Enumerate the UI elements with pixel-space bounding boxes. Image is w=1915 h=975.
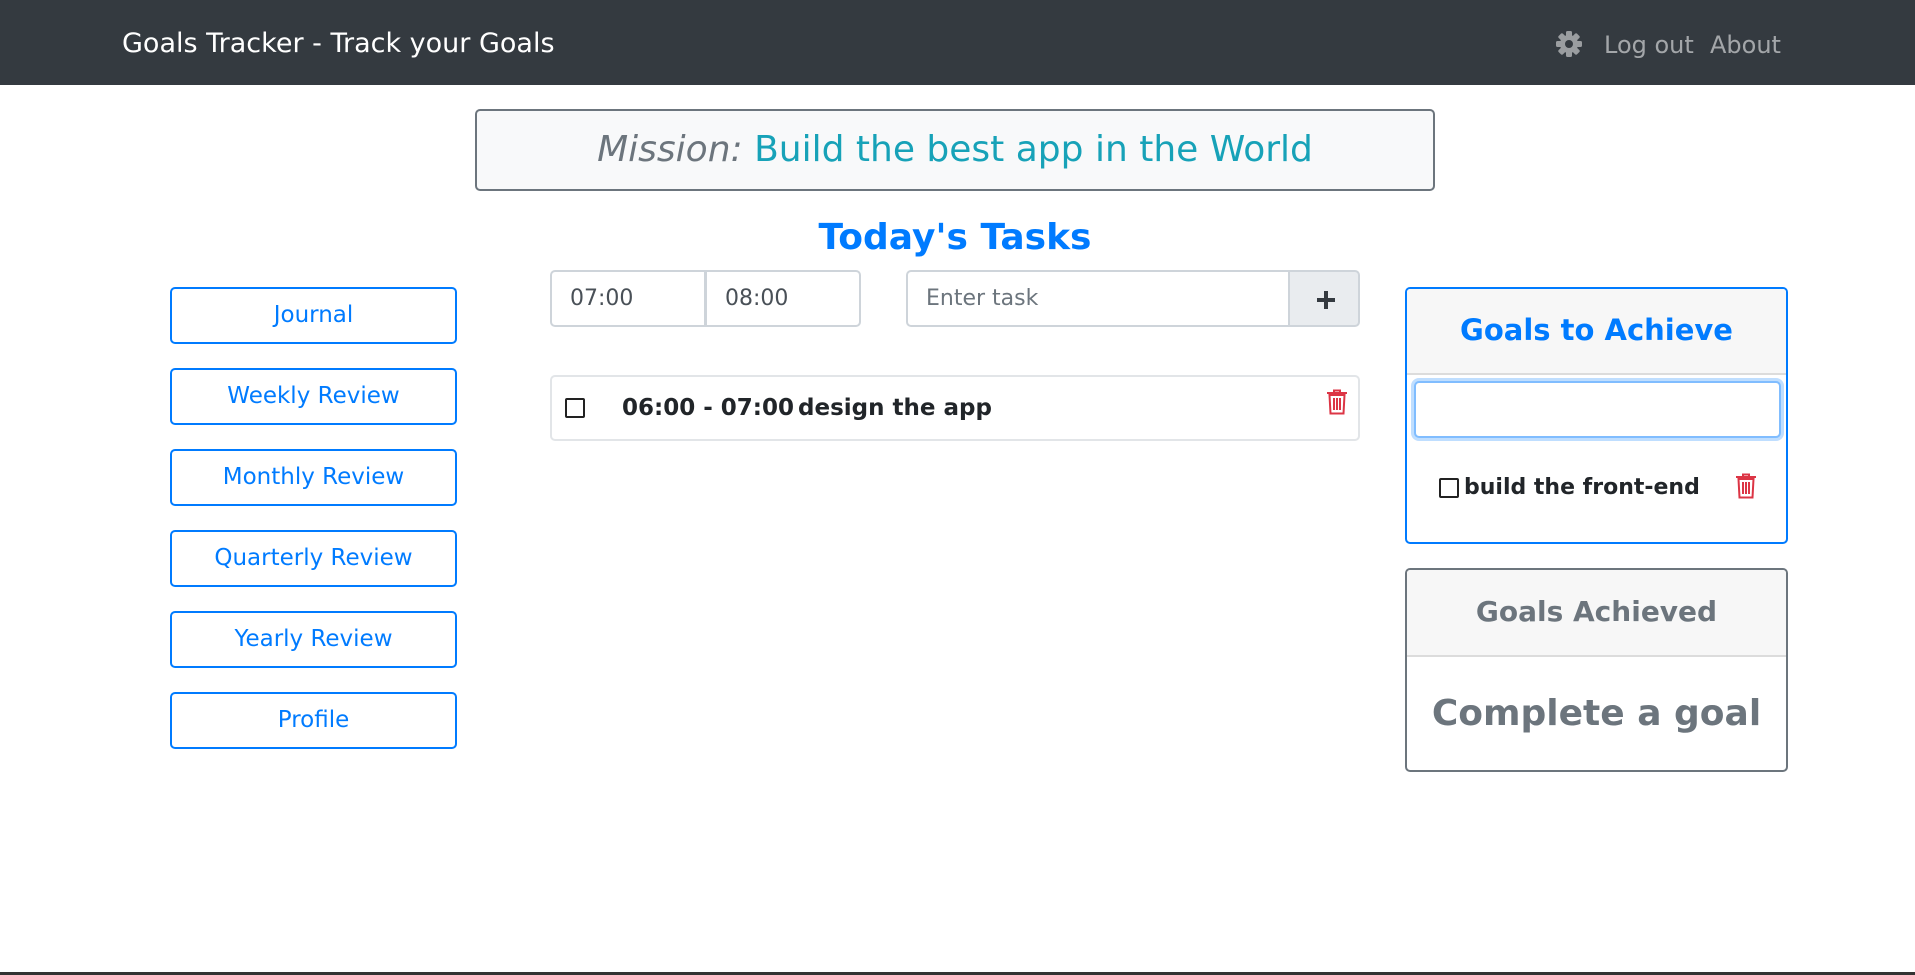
trash-icon[interactable] (1735, 473, 1757, 499)
app-brand[interactable]: Goals Tracker - Track your Goals (122, 27, 555, 61)
start-time-input[interactable] (550, 270, 706, 327)
task-input[interactable] (906, 270, 1290, 327)
navbar: Goals Tracker - Track your Goals Log out… (0, 0, 1915, 85)
profile-button[interactable]: Profile (170, 692, 457, 749)
goals-to-achieve-card: Goals to Achieve build the front-end (1405, 287, 1788, 544)
task-text: design the app (798, 395, 992, 421)
task-checkbox[interactable] (565, 398, 585, 418)
goal-input[interactable] (1414, 381, 1781, 438)
mission-label: Mission: (597, 129, 743, 170)
plus-icon (1317, 291, 1335, 309)
goals-to-achieve-title: Goals to Achieve (1407, 289, 1786, 375)
goal-checkbox[interactable] (1439, 478, 1459, 498)
gear-icon[interactable] (1556, 31, 1582, 57)
logout-link[interactable]: Log out (1604, 29, 1694, 61)
goals-achieved-card: Goals Achieved Complete a goal (1405, 568, 1788, 772)
goals-achieved-empty-text: Complete a goal (1431, 693, 1762, 734)
goals-achieved-title: Goals Achieved (1407, 570, 1786, 657)
add-task-button[interactable] (1288, 270, 1360, 327)
goal-text: build the front-end (1464, 475, 1700, 500)
todays-tasks-title: Today's Tasks (818, 217, 1092, 258)
about-link[interactable]: About (1710, 29, 1781, 61)
mission-text: Build the best app in the World (754, 129, 1313, 170)
mission-banner: Mission: Build the best app in the World (475, 109, 1435, 191)
task-time: 06:00 - 07:00 (622, 395, 794, 421)
task-row: 06:00 - 07:00 design the app (550, 375, 1360, 441)
trash-icon[interactable] (1326, 389, 1348, 415)
weekly-review-button[interactable]: Weekly Review (170, 368, 457, 425)
monthly-review-button[interactable]: Monthly Review (170, 449, 457, 506)
quarterly-review-button[interactable]: Quarterly Review (170, 530, 457, 587)
yearly-review-button[interactable]: Yearly Review (170, 611, 457, 668)
journal-button[interactable]: Journal (170, 287, 457, 344)
end-time-input[interactable] (705, 270, 861, 327)
